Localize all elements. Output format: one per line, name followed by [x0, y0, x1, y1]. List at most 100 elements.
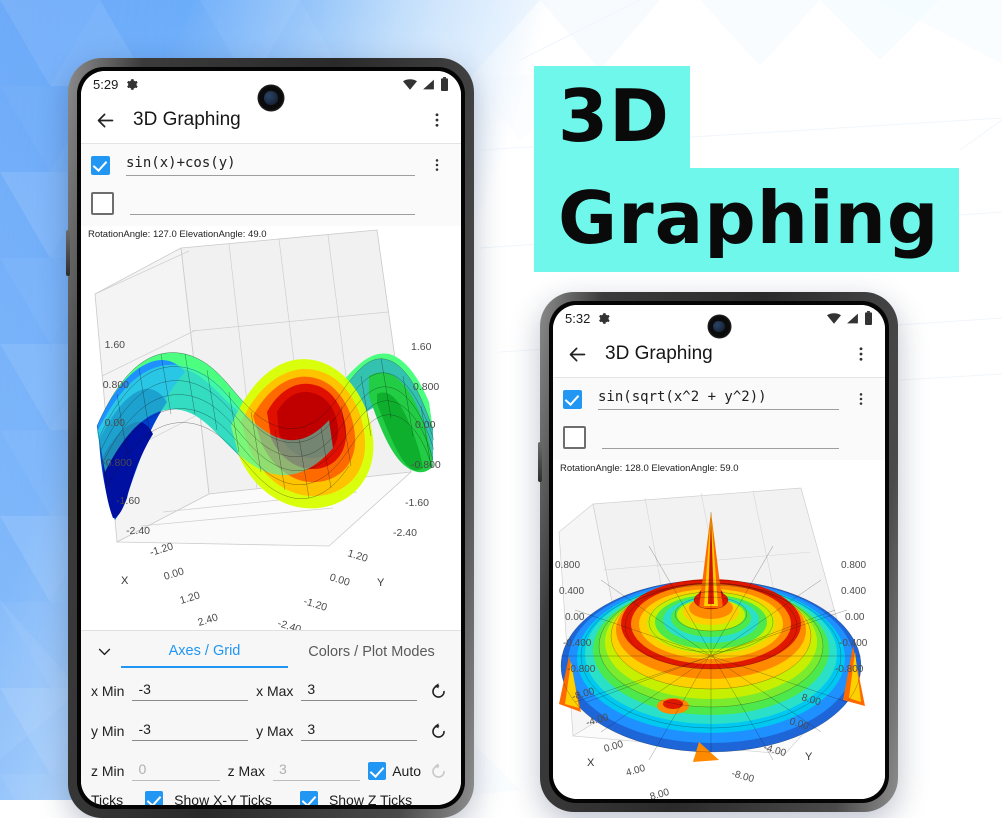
z-tick-label-right: 0.00: [415, 419, 436, 431]
kebab-menu-icon: [859, 393, 863, 405]
formula-menu-spacer: [847, 423, 875, 451]
formula-input[interactable]: [602, 425, 839, 449]
z-tick-label-right: -1.60: [405, 497, 429, 509]
angle-label: RotationAngle: 128.0 ElevationAngle: 59.…: [560, 463, 739, 474]
formula-input[interactable]: sin(sqrt(x^2 + y^2)): [598, 389, 839, 410]
formula-row[interactable]: sin(x)+cos(y): [81, 146, 461, 184]
page-title: 3D Graphing: [133, 109, 241, 130]
z-range-row: z Min 0 z Max 3 Auto: [81, 751, 461, 791]
overflow-menu-button[interactable]: [847, 340, 875, 368]
auto-checkbox[interactable]: [368, 762, 387, 780]
z-max-label: z Max: [227, 763, 265, 779]
back-arrow-icon: [97, 113, 113, 127]
plot-area-2[interactable]: RotationAngle: 128.0 ElevationAngle: 59.…: [553, 460, 885, 799]
gear-icon: [127, 78, 138, 90]
y-axis-label: Y: [805, 751, 813, 763]
overflow-menu-button[interactable]: [423, 106, 451, 134]
formula-checkbox[interactable]: [563, 389, 582, 409]
z-tick-label: 0.800: [555, 560, 580, 571]
promo-line-1-text: 3D: [534, 66, 690, 168]
controls-panel-1: Axes / Grid Colors / Plot Modes x Min -3…: [81, 630, 461, 805]
reset-icon: [431, 722, 445, 738]
z-tick-label-right: -2.40: [393, 527, 417, 539]
x-tick-label: -1.20: [148, 540, 175, 559]
formula-input[interactable]: sin(x)+cos(y): [126, 155, 415, 176]
z-tick-label: -0.800: [567, 664, 596, 675]
formula-menu-button[interactable]: [847, 385, 875, 413]
y-tick-label: -1.20: [302, 595, 329, 614]
promo-line-1: 3D: [534, 66, 690, 168]
volume-button[interactable]: [538, 442, 542, 482]
battery-icon: [865, 311, 872, 325]
formula-list-2: sin(sqrt(x^2 + y^2)): [553, 377, 885, 460]
volume-button[interactable]: [66, 230, 70, 276]
show-xy-ticks-label: Show X-Y Ticks: [174, 792, 272, 805]
surface-plot-2[interactable]: 0.800 0.400 0.00 -0.400 -0.800 -8.00 -4.…: [553, 460, 885, 799]
tab-row: Axes / Grid Colors / Plot Modes: [81, 631, 461, 671]
show-z-ticks-checkbox[interactable]: [299, 791, 318, 805]
z-min-input[interactable]: 0: [132, 761, 220, 781]
y-axis-label: Y: [377, 577, 385, 589]
y-reset-button[interactable]: [425, 722, 451, 741]
x-tick-label: 2.40: [196, 611, 219, 628]
formula-menu-spacer: [423, 189, 451, 217]
x-tick-label: 8.00: [649, 787, 671, 799]
reset-icon: [431, 682, 445, 698]
z-tick-label-right: 0.800: [413, 381, 439, 393]
y-tick-label: 0.00: [328, 571, 351, 588]
formula-input[interactable]: [130, 191, 415, 215]
battery-icon: [441, 77, 448, 91]
x-axis-label: X: [121, 575, 129, 587]
tab-colors-plot-modes[interactable]: Colors / Plot Modes: [288, 635, 455, 667]
formula-menu-button[interactable]: [423, 151, 451, 179]
back-button[interactable]: [563, 340, 591, 368]
reset-icon: [431, 762, 445, 778]
x-tick-label: 0.00: [603, 739, 625, 755]
show-z-ticks-label: Show Z Ticks: [328, 792, 413, 805]
x-max-label: x Max: [256, 683, 294, 699]
tab-axes-grid[interactable]: Axes / Grid: [121, 634, 288, 668]
formula-row[interactable]: [553, 418, 885, 456]
promo-line-2-text: Graphing: [534, 168, 960, 272]
status-time: 5:29: [93, 76, 119, 92]
formula-checkbox[interactable]: [563, 425, 586, 449]
auto-scale-toggle[interactable]: Auto: [368, 762, 421, 780]
phone-2-bezel: 5:32 3D Graphing sin(sqrt(x^2 + y^2)) Ro…: [549, 301, 889, 803]
collapse-panel-button[interactable]: [87, 643, 121, 660]
angle-label: RotationAngle: 127.0 ElevationAngle: 49.…: [88, 229, 267, 240]
z-tick-label: -0.800: [102, 457, 132, 469]
back-button[interactable]: [91, 106, 119, 134]
x-min-input[interactable]: -3: [132, 681, 249, 701]
y-max-input[interactable]: 3: [301, 721, 418, 741]
kebab-menu-icon: [859, 347, 863, 361]
x-min-label: x Min: [91, 683, 125, 699]
z-tick-label: 0.400: [559, 586, 584, 597]
x-max-input[interactable]: 3: [301, 681, 418, 701]
formula-checkbox[interactable]: [91, 155, 110, 175]
z-tick-label-right: -0.800: [835, 664, 864, 675]
auto-label: Auto: [392, 763, 422, 779]
phone-device-1: 5:29 3D Graphing sin(x)+cos(y) RotationA…: [66, 58, 474, 818]
formula-row[interactable]: sin(sqrt(x^2 + y^2)): [553, 380, 885, 418]
surface-plot-1[interactable]: 1.60 0.800 0.00 -0.800 -1.60 -2.40 -1.20…: [81, 226, 461, 630]
plot-area-1[interactable]: RotationAngle: 127.0 ElevationAngle: 49.…: [81, 226, 461, 630]
z-reset-button[interactable]: [425, 762, 451, 781]
z-tick-label-right: -0.400: [839, 638, 868, 649]
x-reset-button[interactable]: [425, 682, 451, 701]
z-tick-label-right: 0.400: [841, 586, 866, 597]
kebab-menu-icon: [435, 113, 439, 127]
phone-1-bezel: 5:29 3D Graphing sin(x)+cos(y) RotationA…: [77, 67, 465, 809]
phone-1-screen: 5:29 3D Graphing sin(x)+cos(y) RotationA…: [81, 71, 461, 805]
formula-checkbox[interactable]: [91, 191, 114, 215]
z-tick-label: 1.60: [105, 339, 126, 351]
z-tick-label: -1.60: [116, 495, 140, 507]
formula-row[interactable]: [81, 184, 461, 222]
y-tick-label: -2.40: [276, 617, 303, 630]
x-axis-label: X: [587, 757, 595, 769]
y-min-input[interactable]: -3: [132, 721, 249, 741]
x-range-row: x Min -3 x Max 3: [81, 671, 461, 711]
show-xy-ticks-checkbox[interactable]: [145, 791, 164, 805]
z-max-input[interactable]: 3: [273, 761, 361, 781]
phone-2-screen: 5:32 3D Graphing sin(sqrt(x^2 + y^2)) Ro…: [553, 305, 885, 799]
y-tick-label: 1.20: [346, 547, 369, 564]
